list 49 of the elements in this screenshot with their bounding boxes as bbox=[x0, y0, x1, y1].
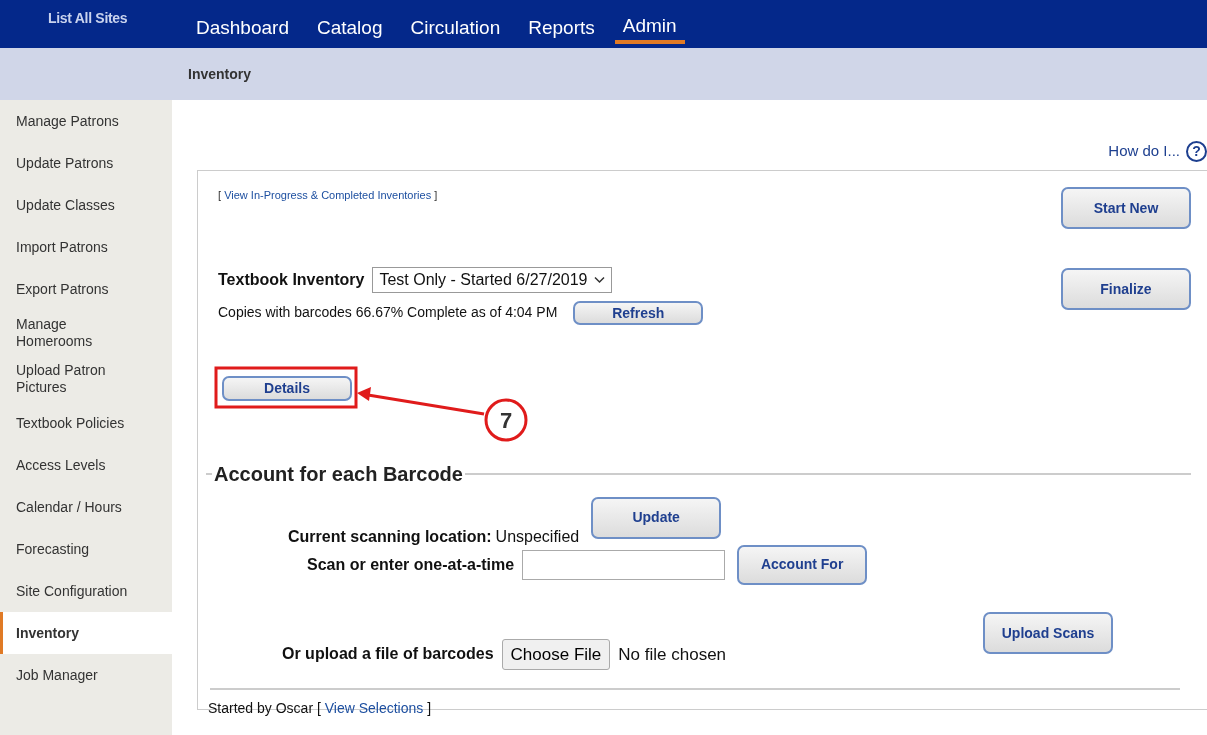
sidebar-item[interactable]: Calendar / Hours bbox=[0, 486, 172, 528]
scan-label: Scan or enter one-at-a-time bbox=[307, 554, 515, 575]
nav-tab[interactable]: Dashboard bbox=[188, 0, 297, 44]
upload-scans-button[interactable]: Upload Scans bbox=[983, 612, 1114, 655]
sidebar-item[interactable]: Import Patrons bbox=[0, 226, 172, 268]
sidebar-item[interactable]: Job Manager bbox=[0, 654, 172, 696]
details-button[interactable]: Details bbox=[222, 375, 352, 401]
help-icon[interactable]: ? bbox=[1186, 141, 1207, 162]
sidebar-item[interactable]: Access Levels bbox=[0, 444, 172, 486]
view-selections-link[interactable]: View Selections bbox=[324, 700, 424, 716]
sidebar-item[interactable]: Inventory bbox=[0, 612, 172, 654]
site-link[interactable]: List All Sites bbox=[48, 10, 128, 26]
step-circle bbox=[484, 398, 528, 442]
location-value: Unspecified bbox=[495, 526, 580, 547]
sidebar-item[interactable]: Export Patrons bbox=[0, 268, 172, 310]
nav-tab[interactable]: Reports bbox=[520, 0, 603, 44]
sidebar-item[interactable]: Manage Patrons bbox=[0, 100, 172, 142]
sidebar-item[interactable]: Update Classes bbox=[0, 184, 172, 226]
upload-label: Or upload a file of barcodes bbox=[282, 644, 494, 665]
sidebar-item[interactable]: Forecasting bbox=[0, 528, 172, 570]
sidebar-item[interactable]: Manage Homerooms bbox=[0, 310, 172, 356]
sidebar-item[interactable]: Site Configuration bbox=[0, 570, 172, 612]
location-label: Current scanning location: bbox=[288, 526, 492, 547]
inventories-link[interactable]: View In-Progress & Completed Inventories bbox=[224, 189, 432, 201]
help-link[interactable]: How do I... bbox=[1108, 139, 1180, 162]
chevron-icon bbox=[593, 275, 605, 284]
sidebar-item[interactable]: Update Patrons bbox=[0, 142, 172, 184]
refresh-button[interactable]: Refresh bbox=[573, 300, 704, 325]
breadcrumb: Inventory bbox=[188, 64, 251, 84]
inventory-select[interactable]: Test Only - Started 6/27/2019 bbox=[372, 266, 612, 293]
started-by-text: Started by Oscar bbox=[208, 700, 314, 716]
nav-tab[interactable]: Circulation bbox=[402, 0, 509, 44]
barcode-input-field[interactable] bbox=[522, 549, 726, 580]
inventories-link-text: [ View In-Progress & Completed Inventories ] bbox=[218, 188, 439, 203]
finalize-button[interactable]: Finalize bbox=[1061, 268, 1191, 310]
view-selections-text: [ View Selections ] bbox=[316, 700, 432, 716]
choose-file-button[interactable]: Choose File bbox=[501, 638, 611, 670]
status-text: Copies with barcodes 66.67% Complete as of 4:04 PM bbox=[218, 303, 558, 322]
sidebar-item[interactable]: Textbook Policies bbox=[0, 402, 172, 444]
update-button[interactable]: Update bbox=[591, 496, 722, 539]
file-status-text: No file chosen bbox=[618, 643, 727, 666]
sidebar-item[interactable]: Upload Patron Pictures bbox=[0, 356, 172, 402]
section-title: Account for each Barcode bbox=[213, 461, 464, 487]
start-new-button[interactable]: Start New bbox=[1061, 187, 1191, 229]
step-number: 7 bbox=[499, 408, 513, 433]
inventory-label: Textbook Inventory bbox=[218, 269, 365, 290]
nav-tab[interactable]: Catalog bbox=[308, 0, 391, 44]
nav-tab[interactable]: Admin bbox=[614, 0, 685, 44]
account-for-button[interactable]: Account For bbox=[737, 544, 868, 585]
